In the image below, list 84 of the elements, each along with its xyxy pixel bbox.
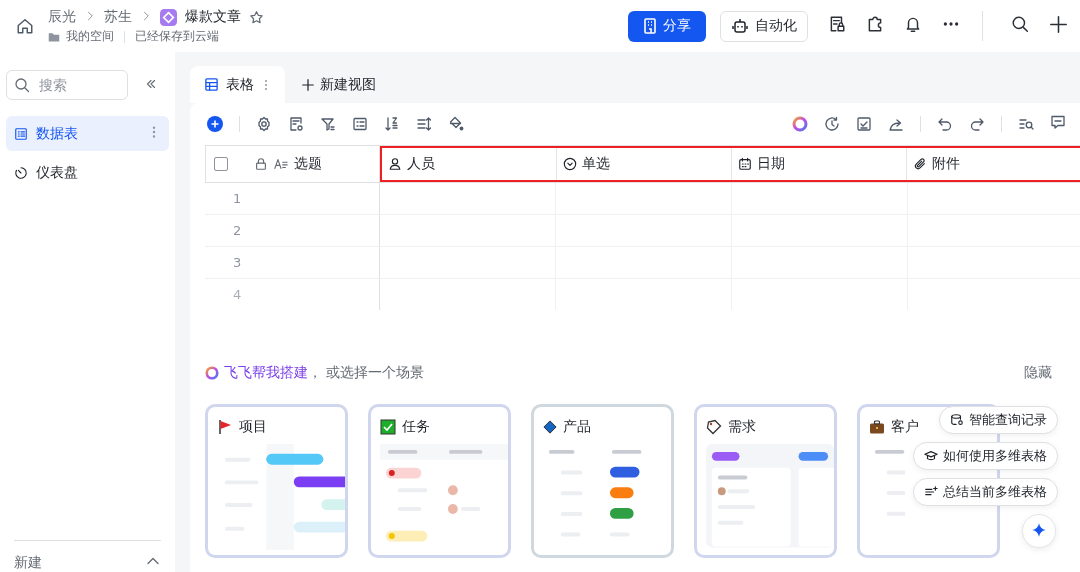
building-icon	[643, 18, 657, 34]
location-link[interactable]: 我的空间	[66, 29, 114, 44]
column-header[interactable]: 日期	[732, 148, 907, 180]
gauge-icon	[14, 165, 28, 180]
search-icon	[14, 77, 30, 93]
row-number: 2	[233, 223, 242, 238]
sidebar-item[interactable]: 仪表盘	[6, 155, 169, 190]
form-lock-icon[interactable]	[828, 15, 846, 33]
dropdown-circle-icon	[563, 157, 577, 171]
redo-icon[interactable]	[969, 116, 985, 132]
ai-build-link[interactable]: 飞飞帮我搭建	[224, 364, 308, 382]
template-card[interactable]: 需求	[694, 404, 837, 558]
calendar-icon	[738, 157, 752, 171]
diamond-icon	[543, 420, 557, 434]
text-field-icon	[274, 157, 288, 171]
select-all-checkbox[interactable]	[214, 157, 228, 171]
bell-icon[interactable]	[904, 15, 922, 33]
table-icon	[14, 126, 28, 141]
suggestion-chip[interactable]: 总结当前多维表格	[913, 478, 1058, 506]
home-icon[interactable]	[16, 17, 34, 35]
database-search-icon	[950, 413, 964, 427]
search-field[interactable]: 搜索	[6, 70, 128, 100]
save-status: 已经保存到云端	[135, 29, 219, 44]
new-view-button[interactable]: 新建视图	[295, 74, 382, 95]
plus-icon[interactable]	[1049, 14, 1068, 34]
folder-icon	[48, 30, 60, 43]
robot-icon	[731, 18, 749, 34]
add-record-icon[interactable]	[207, 116, 223, 132]
suggestion-chip[interactable]: 如何使用多维表格	[913, 442, 1058, 470]
sort-icon[interactable]	[384, 116, 400, 132]
template-title: 任务	[402, 418, 430, 436]
template-card[interactable]: 产品	[531, 404, 674, 558]
ai-assistant-button[interactable]	[1022, 514, 1056, 548]
scenario-prompt: ， 或选择一个场景	[308, 364, 425, 382]
breadcrumb-link[interactable]: 苏生	[104, 8, 132, 26]
template-title: 客户	[891, 418, 919, 436]
ai-ring-icon	[205, 366, 219, 380]
field-settings-icon[interactable]	[288, 116, 304, 132]
row-number: 3	[233, 255, 242, 270]
paint-bucket-icon[interactable]	[448, 116, 464, 132]
column-header[interactable]: 附件	[907, 148, 1080, 180]
breadcrumb-link[interactable]: 辰光	[48, 8, 76, 26]
history-icon[interactable]	[824, 116, 840, 132]
template-title: 产品	[563, 418, 591, 436]
puzzle-icon[interactable]	[866, 15, 884, 33]
filter-icon[interactable]	[320, 116, 336, 132]
person-icon	[388, 157, 402, 171]
template-card[interactable]: 项目	[205, 404, 348, 558]
star-icon[interactable]	[249, 9, 264, 25]
check-square-icon[interactable]	[856, 116, 872, 132]
sidebar-item[interactable]: 数据表	[6, 116, 169, 151]
template-card[interactable]: 任务	[368, 404, 511, 558]
paperclip-icon	[913, 157, 927, 171]
graduation-cap-icon	[924, 449, 938, 463]
plus-icon	[301, 77, 315, 92]
new-section-label: 新建	[14, 553, 42, 572]
group-list-icon[interactable]	[352, 116, 368, 132]
suggestion-chip[interactable]: 智能查询记录	[939, 406, 1058, 434]
column-header[interactable]: 人员	[382, 148, 557, 180]
automation-button[interactable]: 自动化	[720, 10, 808, 42]
settings-icon[interactable]	[256, 116, 272, 132]
briefcase-icon	[869, 419, 885, 435]
row-number: 1	[233, 191, 242, 206]
tag-icon	[706, 419, 722, 435]
view-tab[interactable]: 表格	[190, 66, 285, 103]
ai-ring-icon[interactable]	[792, 116, 808, 132]
table-icon	[204, 77, 219, 92]
flag-icon	[217, 419, 233, 435]
row-height-icon[interactable]	[416, 116, 432, 132]
search-records-icon[interactable]	[1018, 116, 1034, 132]
comment-icon[interactable]	[1050, 114, 1066, 130]
column-header[interactable]: 选题	[205, 146, 380, 182]
share-button[interactable]: 分享	[628, 10, 706, 42]
undo-icon[interactable]	[937, 116, 953, 132]
search-icon[interactable]	[1011, 15, 1029, 33]
checkbox-icon	[380, 419, 396, 435]
column-header[interactable]: 单选	[557, 148, 732, 180]
hide-link[interactable]: 隐藏	[1024, 364, 1052, 382]
row-number: 4	[233, 287, 242, 302]
template-title: 项目	[239, 418, 267, 436]
lock-icon	[254, 157, 268, 171]
document-icon	[160, 8, 177, 26]
document-title: 爆款文章	[185, 8, 241, 26]
template-title: 需求	[728, 418, 756, 436]
